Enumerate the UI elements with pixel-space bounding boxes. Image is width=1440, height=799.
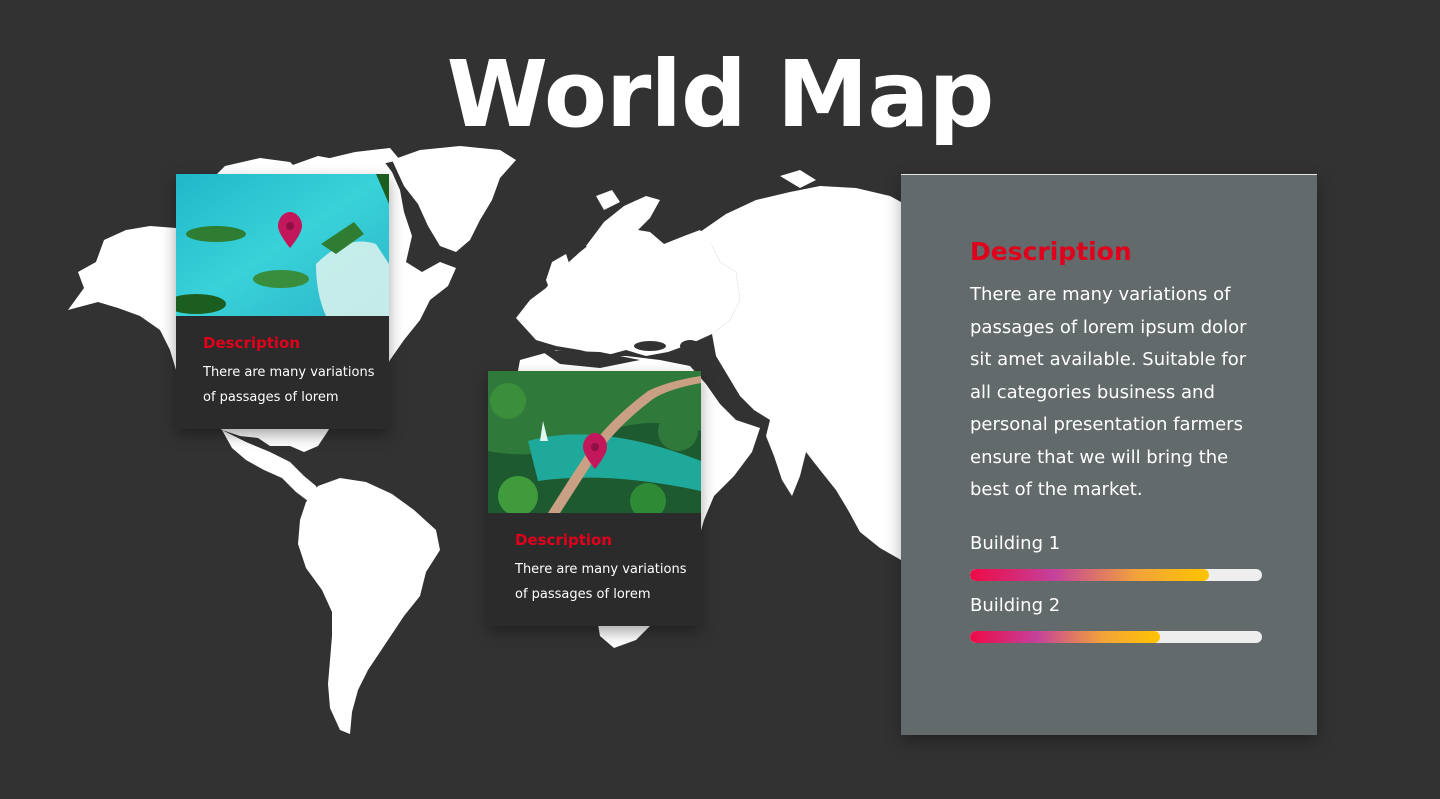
caspian-sea-shape [680, 340, 700, 352]
aerial-islands-photo [176, 174, 389, 316]
description-panel: Description There are many variations of… [901, 174, 1317, 735]
page-title: World Map [446, 41, 995, 148]
location-card-1[interactable]: Description There are many variations of… [176, 174, 389, 429]
europe-shape [516, 228, 740, 356]
asia-shape [700, 186, 901, 560]
progress-fill [970, 631, 1160, 643]
panel-text: There are many variations of passages of… [970, 284, 1247, 500]
progress-fill [970, 569, 1210, 581]
forest-boardwalk-photo [488, 371, 701, 513]
panel-title: Description [970, 237, 1132, 266]
progress-label-building-2: Building 2 [970, 595, 1061, 616]
progress-label-building-1: Building 1 [970, 533, 1061, 554]
card-title: Description [203, 334, 301, 352]
black-sea-shape [634, 341, 666, 351]
south-america-shape [298, 478, 440, 734]
location-card-2[interactable]: Description There are many variations of… [488, 371, 701, 626]
card-text: There are many variations of passages of… [515, 562, 687, 602]
card-text: There are many variations of passages of… [203, 365, 375, 405]
card-title: Description [515, 531, 613, 549]
progress-bar-building-1 [970, 569, 1262, 581]
progress-bar-building-2 [970, 631, 1262, 643]
